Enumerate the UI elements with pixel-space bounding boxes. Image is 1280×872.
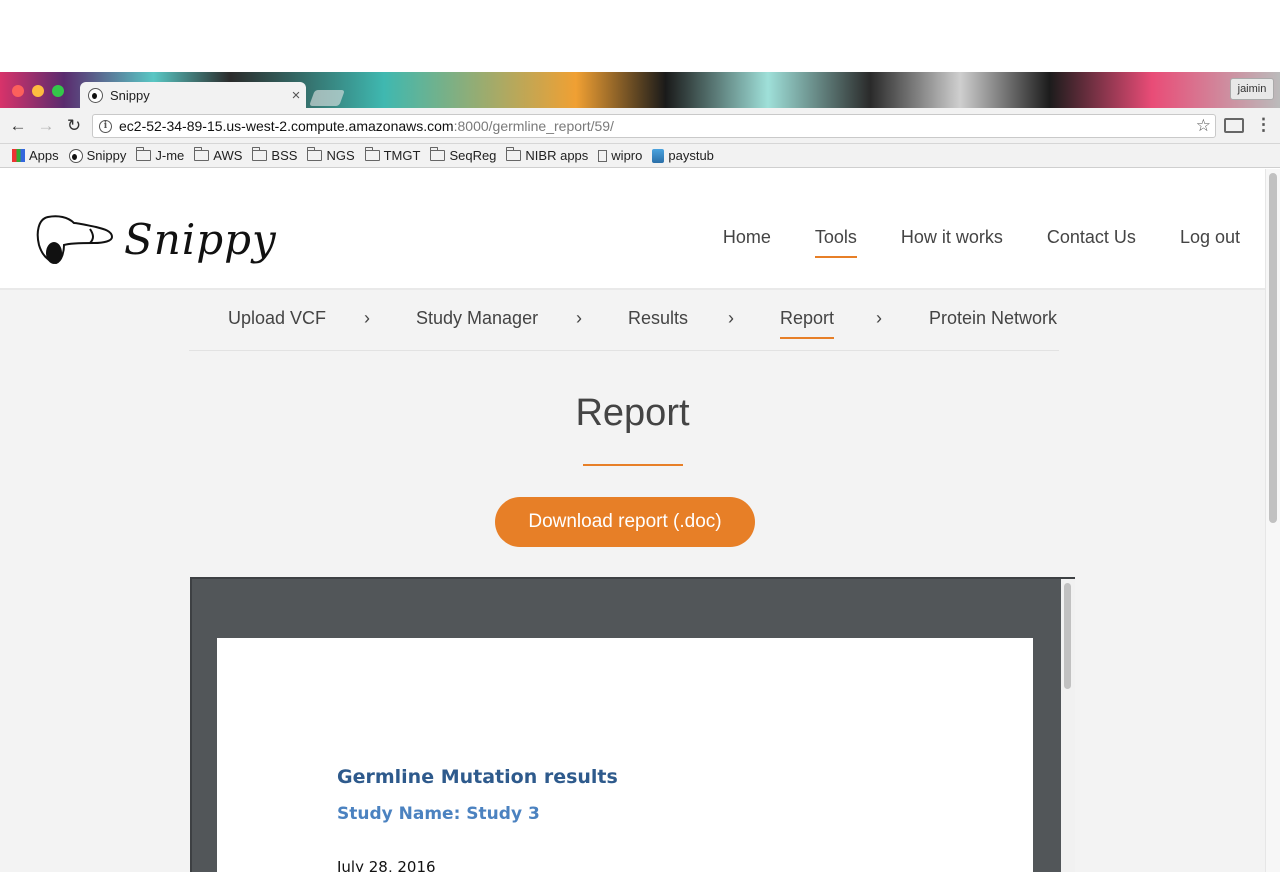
step-study-manager[interactable]: Study Manager bbox=[416, 308, 538, 337]
back-arrow-icon[interactable]: ← bbox=[8, 116, 28, 136]
page-title: Report bbox=[575, 392, 690, 434]
document-viewer[interactable]: Germline Mutation results Study Name: St… bbox=[190, 577, 1075, 872]
cast-icon[interactable] bbox=[1224, 118, 1244, 133]
viewer-scrollbar[interactable] bbox=[1061, 579, 1075, 872]
page-icon bbox=[598, 149, 608, 162]
document-heading: Germline Mutation results bbox=[337, 766, 618, 788]
folder-icon bbox=[364, 147, 380, 161]
document-date: July 28, 2016 bbox=[337, 858, 436, 872]
snippy-favicon-icon bbox=[68, 148, 83, 163]
nav-tools[interactable]: Tools bbox=[814, 227, 857, 258]
new-tab-button[interactable] bbox=[309, 90, 345, 106]
chevron-right-icon: › bbox=[728, 308, 734, 328]
step-protein-network[interactable]: Protein Network bbox=[929, 308, 1057, 337]
bookmark-label: SeqReg bbox=[449, 148, 497, 163]
title-underline bbox=[583, 464, 683, 466]
apps-icon bbox=[12, 149, 25, 162]
step-results[interactable]: Results bbox=[628, 308, 688, 337]
chevron-right-icon: › bbox=[364, 308, 370, 328]
bookmark-folder-ngs[interactable]: NGS bbox=[307, 147, 355, 163]
bookmark-label: NIBR apps bbox=[525, 148, 589, 163]
address-bar[interactable]: i ec2-52-34-89-15.us-west-2.compute.amaz… bbox=[92, 114, 1216, 138]
bookmark-label: J-me bbox=[155, 148, 185, 163]
close-window-button[interactable] bbox=[12, 85, 24, 97]
profile-button[interactable]: jaimin bbox=[1230, 78, 1274, 100]
bookmark-label: wipro bbox=[611, 148, 643, 163]
page-scrollbar-thumb[interactable] bbox=[1269, 173, 1277, 523]
bookmark-folder-j-me[interactable]: J-me bbox=[136, 147, 185, 163]
folder-icon bbox=[252, 147, 268, 161]
document-page: Germline Mutation results Study Name: St… bbox=[217, 638, 1033, 872]
bookmark-paystub[interactable]: paystub bbox=[652, 148, 714, 163]
bookmark-label: Snippy bbox=[86, 148, 127, 163]
folder-icon bbox=[136, 147, 152, 161]
bookmark-star-icon[interactable]: ☆ bbox=[1196, 116, 1211, 136]
bookmark-snippy[interactable]: Snippy bbox=[68, 148, 127, 163]
step-upload-vcf[interactable]: Upload VCF bbox=[228, 308, 326, 337]
bookmark-folder-tmgt[interactable]: TMGT bbox=[364, 147, 421, 163]
page-content: Snippy Home Tools How it works Contact U… bbox=[0, 169, 1280, 872]
nav-contact-us[interactable]: Contact Us bbox=[1047, 227, 1136, 258]
viewer-scrollbar-thumb[interactable] bbox=[1064, 583, 1071, 689]
bookmark-folder-seqreg[interactable]: SeqReg bbox=[430, 147, 497, 163]
bookmark-label: TMGT bbox=[383, 148, 421, 163]
nav-home[interactable]: Home bbox=[723, 227, 771, 258]
tab-close-icon[interactable]: × bbox=[286, 87, 306, 104]
step-report[interactable]: Report bbox=[780, 308, 835, 339]
folder-icon bbox=[506, 147, 522, 161]
bookmark-label: AWS bbox=[213, 148, 243, 163]
bookmark-folder-bss[interactable]: BSS bbox=[252, 147, 298, 163]
folder-icon bbox=[430, 147, 446, 161]
bookmark-folder-nibr-apps[interactable]: NIBR apps bbox=[506, 147, 589, 163]
bookmarks-bar: Apps Snippy J-me AWS BSS NGS TMGT SeqReg… bbox=[0, 144, 1280, 168]
desktop-background bbox=[0, 0, 1280, 72]
bookmark-label: BSS bbox=[271, 148, 298, 163]
site-header: Snippy Home Tools How it works Contact U… bbox=[0, 169, 1265, 290]
bookmark-folder-aws[interactable]: AWS bbox=[194, 147, 243, 163]
tab-title: Snippy bbox=[110, 87, 150, 103]
folder-icon bbox=[307, 147, 323, 161]
maximize-window-button[interactable] bbox=[52, 85, 64, 97]
url-host: ec2-52-34-89-15.us-west-2.compute.amazon… bbox=[119, 118, 454, 134]
chevron-right-icon: › bbox=[576, 308, 582, 328]
snippy-favicon-icon bbox=[88, 87, 103, 103]
reload-icon[interactable]: ↻ bbox=[64, 116, 84, 136]
bookmark-label: paystub bbox=[668, 148, 714, 163]
chevron-right-icon: › bbox=[876, 308, 882, 328]
snippy-dog-logo-icon bbox=[36, 215, 114, 265]
browser-toolbar: ← → ↻ i ec2-52-34-89-15.us-west-2.comput… bbox=[0, 108, 1280, 144]
nav-how-it-works[interactable]: How it works bbox=[901, 227, 1003, 258]
document-study-name: Study Name: Study 3 bbox=[337, 804, 540, 824]
browser-titlebar: Snippy × jaimin bbox=[0, 72, 1280, 108]
browser-tab[interactable]: Snippy × bbox=[80, 82, 306, 108]
workflow-steps: Upload VCF › Study Manager › Results › R… bbox=[189, 296, 1059, 351]
bookmark-label: NGS bbox=[326, 148, 355, 163]
info-icon[interactable]: i bbox=[99, 119, 112, 133]
nav-log-out[interactable]: Log out bbox=[1180, 227, 1240, 258]
download-report-button[interactable]: Download report (.doc) bbox=[495, 497, 755, 547]
paystub-icon bbox=[652, 148, 665, 163]
main-nav: Home Tools How it works Contact Us Log o… bbox=[679, 227, 1240, 258]
folder-icon bbox=[194, 147, 210, 161]
url-path: :8000/germline_report/59/ bbox=[453, 118, 614, 134]
bookmark-label: Apps bbox=[29, 148, 59, 163]
forward-arrow-icon[interactable]: → bbox=[36, 116, 56, 136]
bookmark-apps[interactable]: Apps bbox=[12, 148, 59, 163]
bookmark-wipro[interactable]: wipro bbox=[598, 148, 642, 163]
logo-text: Snippy bbox=[124, 214, 277, 264]
site-logo[interactable]: Snippy bbox=[34, 209, 277, 269]
page-scrollbar[interactable] bbox=[1265, 169, 1280, 872]
menu-kebab-icon[interactable]: ⋮ bbox=[1255, 115, 1272, 135]
minimize-window-button[interactable] bbox=[32, 85, 44, 97]
